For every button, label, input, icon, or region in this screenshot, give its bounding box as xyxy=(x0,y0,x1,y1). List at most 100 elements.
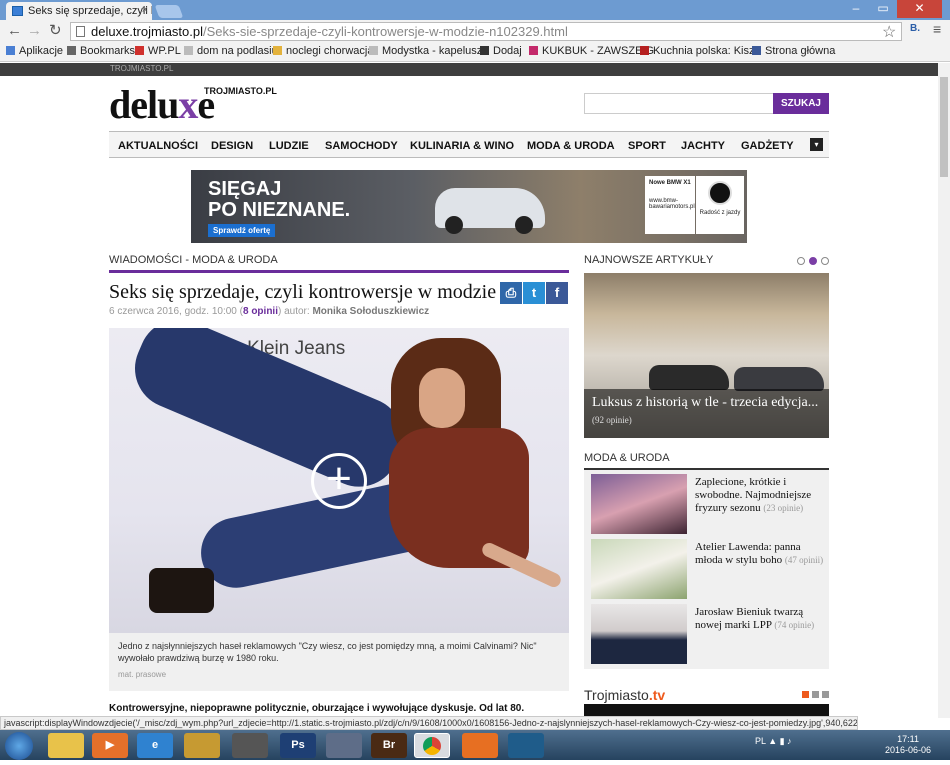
address-bar[interactable]: deluxe.trojmiasto.pl/Seks-sie-sprzedaje-… xyxy=(70,22,902,41)
zoom-plus-icon[interactable]: + xyxy=(311,453,367,509)
clock[interactable]: 17:11 2016-06-06 xyxy=(885,734,931,756)
bookmark-item[interactable]: Strona główna xyxy=(752,45,835,57)
tab-title: Seks się sprzedaje, czyli ko xyxy=(28,5,152,17)
back-icon[interactable]: ← xyxy=(7,22,22,40)
article-photo[interactable]: Calvin Klein Jeans + xyxy=(109,328,569,633)
menu-item[interactable]: SPORT xyxy=(628,140,666,152)
maximize-button[interactable]: ▭ xyxy=(870,0,896,18)
minimize-button[interactable]: – xyxy=(843,0,869,18)
menu-item[interactable]: MODA & URODA xyxy=(527,140,615,152)
ad-cta[interactable]: Sprawdź ofertę xyxy=(208,224,276,237)
banner-ad[interactable]: SIĘGAJ PO NIEZNANE. Sprawdź ofertę Nowe B… xyxy=(191,170,747,243)
thumbnail xyxy=(591,539,687,599)
search-input[interactable] xyxy=(584,93,774,114)
menu-item[interactable]: DESIGN xyxy=(211,140,253,152)
breadcrumb[interactable]: WIADOMOŚCI - MODA & URODA xyxy=(109,254,278,266)
bridge-icon[interactable]: Br xyxy=(371,733,407,758)
portal-link[interactable]: TROJMIASTO.PL xyxy=(110,64,173,73)
close-tab-icon[interactable]: × xyxy=(142,4,148,16)
bookmark-item[interactable]: Bookmarks xyxy=(67,45,135,57)
menu-item[interactable]: LUDZIE xyxy=(269,140,309,152)
browser-toolbar: ← → ↻ deluxe.trojmiasto.pl/Seks-sie-sprz… xyxy=(0,20,950,42)
url-path: /Seks-sie-sprzedaje-czyli-kontrowersje-w… xyxy=(203,24,568,39)
menu-item[interactable]: JACHTY xyxy=(681,140,725,152)
menu-expand-icon[interactable]: ▾ xyxy=(810,138,823,151)
main-menu: AKTUALNOŚCI DESIGN LUDZIE SAMOCHODY KULI… xyxy=(109,131,829,158)
photo-source: mat. prasowe xyxy=(118,670,167,679)
list-item[interactable]: Zaplecione, krótkie i swobodne. Najmodni… xyxy=(584,470,829,534)
status-bar: javascript:displayWindowzdjecie('/_misc/… xyxy=(0,716,858,730)
twitter-icon[interactable]: t xyxy=(523,282,545,304)
carousel-dot[interactable] xyxy=(821,257,829,265)
carousel-dot[interactable] xyxy=(797,257,805,265)
reload-icon[interactable]: ↻ xyxy=(49,22,62,40)
carousel-dot-active[interactable] xyxy=(802,691,809,698)
extension-icon[interactable]: B. xyxy=(910,23,920,34)
favicon-icon xyxy=(12,6,23,16)
bookmark-item[interactable]: Dodaj xyxy=(480,45,522,57)
comments-link[interactable]: 8 opinii xyxy=(243,306,278,317)
bookmark-item[interactable]: Modystka - kapelusze xyxy=(369,45,488,57)
bookmarks-bar: Aplikacje Bookmarks WP.PL dom na podlasi… xyxy=(0,42,950,62)
site-logo[interactable]: deluxe TROJMIASTO.PL xyxy=(109,85,277,125)
menu-item[interactable]: KULINARIA & WINO xyxy=(410,140,514,152)
facebook-icon[interactable]: f xyxy=(546,282,568,304)
featured-title: Luksus z historią w tle - trzecia edycja… xyxy=(592,395,819,410)
newest-header: NAJNOWSZE ARTYKUŁY xyxy=(584,254,714,266)
article-title: Seks się sprzedaje, czyli kontrowersje w… xyxy=(109,281,497,303)
bookmark-item[interactable]: Kuchnia polska: Kiszk xyxy=(640,45,760,57)
app-icon[interactable] xyxy=(508,733,544,758)
print-icon[interactable]: ⎙ xyxy=(500,282,522,304)
tv-logo[interactable]: Trojmiasto.tv xyxy=(584,687,665,703)
close-window-button[interactable]: ✕ xyxy=(897,0,942,18)
thumbnail xyxy=(591,474,687,534)
carousel-dot[interactable] xyxy=(812,691,819,698)
browser-tab[interactable]: Seks się sprzedaje, czyli ko × xyxy=(6,2,152,20)
scrollbar-thumb[interactable] xyxy=(940,77,948,177)
list-item[interactable]: Atelier Lawenda: panna młoda w stylu boh… xyxy=(584,535,829,599)
web-page: TROJMIASTO.PL deluxe TROJMIASTO.PL SZUKA… xyxy=(0,63,938,718)
portal-strip: TROJMIASTO.PL xyxy=(0,63,938,76)
start-button[interactable] xyxy=(5,732,33,760)
moda-list: Zaplecione, krótkie i swobodne. Najmodni… xyxy=(584,470,829,669)
menu-item[interactable]: AKTUALNOŚCI xyxy=(118,140,198,152)
page-icon xyxy=(76,26,85,37)
media-player-icon[interactable]: ▶ xyxy=(92,733,128,758)
app-icon[interactable] xyxy=(232,733,268,758)
firefox-icon[interactable] xyxy=(462,733,498,758)
thumbnail xyxy=(591,604,687,664)
logo-subtitle: TROJMIASTO.PL xyxy=(204,86,277,96)
bookmark-item[interactable]: dom na podlasiu xyxy=(184,45,278,57)
chrome-icon[interactable] xyxy=(414,733,450,758)
search-button[interactable]: SZUKAJ xyxy=(773,93,829,114)
ad-card: Nowe BMW X1 www.bmw-bawariamotors.pl xyxy=(645,176,695,234)
menu-item[interactable]: GADŻETY xyxy=(741,140,794,152)
bookmark-item[interactable]: KUKBUK - ZAWSZE G xyxy=(529,45,654,57)
system-tray[interactable]: PL ▲ ▮ ♪ xyxy=(755,736,792,747)
carousel-dot-active[interactable] xyxy=(809,257,817,265)
bookmark-star-icon[interactable]: ☆ xyxy=(882,22,896,42)
photo-caption: Jedno z najsłynniejszych haseł reklamowy… xyxy=(109,633,569,691)
carousel-dot[interactable] xyxy=(822,691,829,698)
list-item[interactable]: Jarosław Bieniuk twarzą nowej marki LPP … xyxy=(584,600,829,664)
bmw-logo-icon xyxy=(708,181,732,205)
photoshop-icon[interactable]: Ps xyxy=(280,733,316,758)
app-icon[interactable] xyxy=(184,733,220,758)
new-tab-button[interactable] xyxy=(154,5,184,18)
bookmark-item[interactable]: WP.PL xyxy=(135,45,181,57)
url-host: deluxe.trojmiasto.pl xyxy=(91,24,203,39)
article-lead: Kontrowersyjne, niepoprawne politycznie,… xyxy=(109,703,525,714)
bookmark-item[interactable]: noclegi chorwacja xyxy=(273,45,373,57)
featured-article[interactable]: Luksus z historią w tle - trzecia edycja… xyxy=(584,273,829,438)
car-image xyxy=(435,188,545,234)
bookmark-item[interactable]: Aplikacje xyxy=(6,45,63,57)
forward-icon[interactable]: → xyxy=(27,22,42,40)
explorer-icon[interactable] xyxy=(48,733,84,758)
menu-icon[interactable]: ≡ xyxy=(933,21,941,37)
scrollbar[interactable] xyxy=(938,63,950,718)
section-header[interactable]: MODA & URODA xyxy=(584,452,670,464)
app-icon[interactable] xyxy=(326,733,362,758)
menu-item[interactable]: SAMOCHODY xyxy=(325,140,398,152)
ie-icon[interactable]: e xyxy=(137,733,173,758)
author-link[interactable]: Monika Sołoduszkiewicz xyxy=(312,306,429,317)
